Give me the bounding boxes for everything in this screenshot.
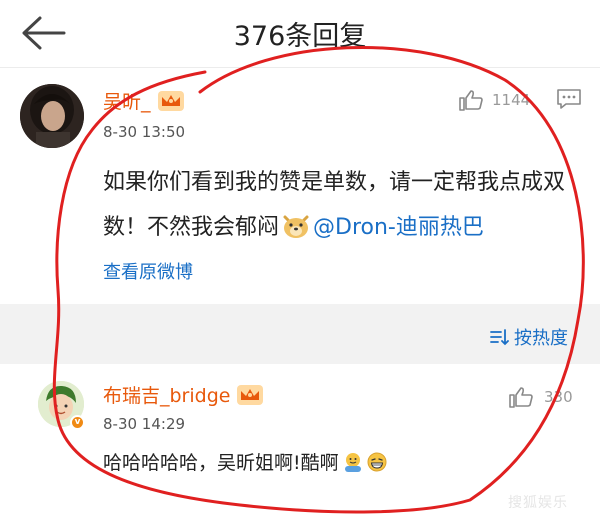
reply-author[interactable]: 布瑞吉_bridge — [103, 381, 264, 408]
reply-body: 哈哈哈哈哈，吴昕姐啊!酷啊 — [103, 448, 388, 475]
avatar-photo — [20, 84, 84, 148]
username-label: 吴昕_ — [103, 91, 151, 113]
reply-like-count: 330 — [544, 388, 573, 406]
like-count: 1144 — [492, 91, 531, 109]
reply-username-label: 布瑞吉_bridge — [103, 385, 231, 407]
top-bar: 376条回复 — [0, 0, 600, 68]
vip-crown-icon — [157, 91, 184, 111]
avatar[interactable] — [20, 84, 84, 148]
mention-link[interactable]: @Dron-迪丽热巴 — [313, 215, 484, 240]
verified-badge-icon: v — [70, 415, 85, 430]
watermark: 搜狐娱乐 — [508, 495, 568, 511]
page-title: 376条回复 — [233, 21, 367, 52]
hug-emoji-icon — [344, 453, 361, 472]
thumbs-up-icon — [509, 387, 533, 408]
view-original-link[interactable]: 查看原微博 — [103, 258, 193, 284]
reply-like-button[interactable]: 330 — [508, 386, 573, 408]
grin-emoji-icon — [367, 452, 387, 472]
reply-text: 哈哈哈哈哈，吴昕姐啊!酷啊 — [103, 452, 339, 474]
vip-crown-icon — [237, 385, 264, 405]
comment-author[interactable]: 吴昕_ — [103, 87, 185, 114]
comment-time: 8-30 13:50 — [103, 123, 186, 141]
comment-body: 如果你们看到我的赞是单数，请一定帮我点成双数！不然我会郁闷 @Dron-迪丽热巴 — [103, 160, 573, 250]
comment-reply-icon[interactable] — [556, 88, 582, 110]
reply-time: 8-30 14:29 — [103, 415, 186, 433]
sort-icon — [490, 329, 509, 346]
like-button[interactable]: 1144 — [458, 89, 530, 111]
sort-button[interactable]: 按热度 — [490, 324, 568, 350]
doge-emoji-icon — [283, 215, 309, 238]
sort-label: 按热度 — [514, 328, 568, 349]
thumbs-up-icon — [459, 90, 483, 111]
